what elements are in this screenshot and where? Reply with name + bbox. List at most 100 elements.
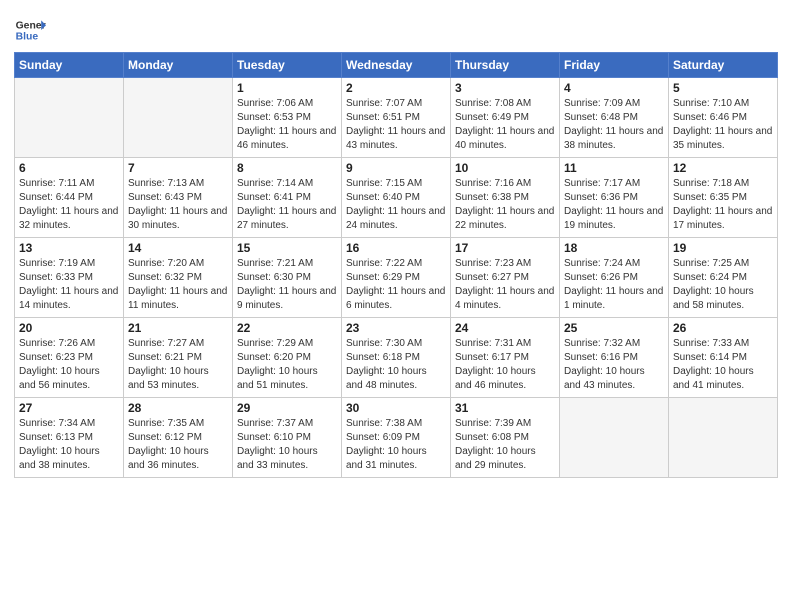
day-info: Sunrise: 7:34 AM Sunset: 6:13 PM Dayligh… (19, 417, 119, 473)
day-cell: 24 Sunrise: 7:31 AM Sunset: 6:17 PM Dayli… (451, 318, 560, 398)
day-info: Sunrise: 7:22 AM Sunset: 6:29 PM Dayligh… (346, 257, 446, 313)
week-row-3: 13Sunrise: 7:19 AM Sunset: 6:33 PM Dayli… (15, 238, 778, 318)
day-cell: 17 Sunrise: 7:23 AM Sunset: 6:27 PM Dayli… (451, 238, 560, 318)
day-info: Sunrise: 7:38 AM Sunset: 6:09 PM Dayligh… (346, 417, 446, 473)
day-cell: 29Sunrise: 7:37 AM Sunset: 6:10 PM Dayli… (233, 398, 342, 478)
day-info: Sunrise: 7:33 AM Sunset: 6:14 PM Dayligh… (673, 337, 773, 393)
day-cell: 11 Sunrise: 7:17 AM Sunset: 6:36 PM Dayli… (560, 158, 669, 238)
col-header-wednesday: Wednesday (342, 53, 451, 78)
page: General Blue SundayMondayTuesdayWednesda… (0, 0, 792, 488)
day-cell: 18Sunrise: 7:24 AM Sunset: 6:26 PM Dayli… (560, 238, 669, 318)
day-number: 27 (19, 401, 119, 415)
day-number: 7 (128, 161, 228, 175)
day-cell: 8 Sunrise: 7:14 AM Sunset: 6:41 PM Daylig… (233, 158, 342, 238)
day-number: 6 (19, 161, 119, 175)
col-header-saturday: Saturday (669, 53, 778, 78)
header-row: SundayMondayTuesdayWednesdayThursdayFrid… (15, 53, 778, 78)
day-number: 22 (237, 321, 337, 335)
day-number: 14 (128, 241, 228, 255)
day-number: 4 (564, 81, 664, 95)
day-cell: 21 Sunrise: 7:27 AM Sunset: 6:21 PM Dayli… (124, 318, 233, 398)
day-number: 30 (346, 401, 446, 415)
day-number: 16 (346, 241, 446, 255)
day-cell: 25 Sunrise: 7:32 AM Sunset: 6:16 PM Dayli… (560, 318, 669, 398)
day-info: Sunrise: 7:35 AM Sunset: 6:12 PM Dayligh… (128, 417, 228, 473)
day-number: 26 (673, 321, 773, 335)
day-info: Sunrise: 7:27 AM Sunset: 6:21 PM Dayligh… (128, 337, 228, 393)
day-cell: 4 Sunrise: 7:09 AM Sunset: 6:48 PM Daylig… (560, 78, 669, 158)
day-cell: 20Sunrise: 7:26 AM Sunset: 6:23 PM Dayli… (15, 318, 124, 398)
day-info: Sunrise: 7:25 AM Sunset: 6:24 PM Dayligh… (673, 257, 773, 313)
day-info: Sunrise: 7:20 AM Sunset: 6:32 PM Dayligh… (128, 257, 228, 313)
day-number: 15 (237, 241, 337, 255)
day-cell (560, 398, 669, 478)
day-info: Sunrise: 7:24 AM Sunset: 6:26 PM Dayligh… (564, 257, 664, 313)
day-info: Sunrise: 7:09 AM Sunset: 6:48 PM Dayligh… (564, 97, 664, 153)
day-cell: 30 Sunrise: 7:38 AM Sunset: 6:09 PM Dayli… (342, 398, 451, 478)
col-header-tuesday: Tuesday (233, 53, 342, 78)
day-number: 8 (237, 161, 337, 175)
day-cell: 7 Sunrise: 7:13 AM Sunset: 6:43 PM Daylig… (124, 158, 233, 238)
day-info: Sunrise: 7:16 AM Sunset: 6:38 PM Dayligh… (455, 177, 555, 233)
day-number: 17 (455, 241, 555, 255)
day-number: 3 (455, 81, 555, 95)
day-number: 24 (455, 321, 555, 335)
day-cell: 9 Sunrise: 7:15 AM Sunset: 6:40 PM Daylig… (342, 158, 451, 238)
day-info: Sunrise: 7:13 AM Sunset: 6:43 PM Dayligh… (128, 177, 228, 233)
day-cell: 22Sunrise: 7:29 AM Sunset: 6:20 PM Dayli… (233, 318, 342, 398)
day-cell (669, 398, 778, 478)
day-cell: 15Sunrise: 7:21 AM Sunset: 6:30 PM Dayli… (233, 238, 342, 318)
day-cell: 1 Sunrise: 7:06 AM Sunset: 6:53 PM Daylig… (233, 78, 342, 158)
day-cell: 14 Sunrise: 7:20 AM Sunset: 6:32 PM Dayli… (124, 238, 233, 318)
day-number: 9 (346, 161, 446, 175)
day-info: Sunrise: 7:23 AM Sunset: 6:27 PM Dayligh… (455, 257, 555, 313)
day-info: Sunrise: 7:17 AM Sunset: 6:36 PM Dayligh… (564, 177, 664, 233)
day-cell: 10 Sunrise: 7:16 AM Sunset: 6:38 PM Dayli… (451, 158, 560, 238)
logo: General Blue (14, 14, 46, 46)
day-cell: 28 Sunrise: 7:35 AM Sunset: 6:12 PM Dayli… (124, 398, 233, 478)
day-info: Sunrise: 7:06 AM Sunset: 6:53 PM Dayligh… (237, 97, 337, 153)
col-header-thursday: Thursday (451, 53, 560, 78)
day-cell (124, 78, 233, 158)
day-number: 31 (455, 401, 555, 415)
day-info: Sunrise: 7:32 AM Sunset: 6:16 PM Dayligh… (564, 337, 664, 393)
day-info: Sunrise: 7:39 AM Sunset: 6:08 PM Dayligh… (455, 417, 555, 473)
day-number: 28 (128, 401, 228, 415)
day-number: 23 (346, 321, 446, 335)
day-cell: 27 Sunrise: 7:34 AM Sunset: 6:13 PM Dayli… (15, 398, 124, 478)
week-row-1: 1 Sunrise: 7:06 AM Sunset: 6:53 PM Daylig… (15, 78, 778, 158)
week-row-4: 20Sunrise: 7:26 AM Sunset: 6:23 PM Dayli… (15, 318, 778, 398)
svg-text:Blue: Blue (16, 32, 39, 43)
day-info: Sunrise: 7:19 AM Sunset: 6:33 PM Dayligh… (19, 257, 119, 313)
day-info: Sunrise: 7:11 AM Sunset: 6:44 PM Dayligh… (19, 177, 119, 233)
day-cell: 16 Sunrise: 7:22 AM Sunset: 6:29 PM Dayli… (342, 238, 451, 318)
col-header-friday: Friday (560, 53, 669, 78)
day-number: 1 (237, 81, 337, 95)
day-info: Sunrise: 7:26 AM Sunset: 6:23 PM Dayligh… (19, 337, 119, 393)
day-info: Sunrise: 7:14 AM Sunset: 6:41 PM Dayligh… (237, 177, 337, 233)
day-info: Sunrise: 7:31 AM Sunset: 6:17 PM Dayligh… (455, 337, 555, 393)
week-row-2: 6 Sunrise: 7:11 AM Sunset: 6:44 PM Daylig… (15, 158, 778, 238)
day-number: 29 (237, 401, 337, 415)
col-header-monday: Monday (124, 53, 233, 78)
day-info: Sunrise: 7:30 AM Sunset: 6:18 PM Dayligh… (346, 337, 446, 393)
day-number: 21 (128, 321, 228, 335)
header: General Blue (14, 10, 778, 46)
day-number: 2 (346, 81, 446, 95)
week-row-5: 27 Sunrise: 7:34 AM Sunset: 6:13 PM Dayli… (15, 398, 778, 478)
day-info: Sunrise: 7:15 AM Sunset: 6:40 PM Dayligh… (346, 177, 446, 233)
day-cell: 31 Sunrise: 7:39 AM Sunset: 6:08 PM Dayli… (451, 398, 560, 478)
day-info: Sunrise: 7:18 AM Sunset: 6:35 PM Dayligh… (673, 177, 773, 233)
col-header-sunday: Sunday (15, 53, 124, 78)
day-info: Sunrise: 7:08 AM Sunset: 6:49 PM Dayligh… (455, 97, 555, 153)
day-number: 12 (673, 161, 773, 175)
day-cell: 19 Sunrise: 7:25 AM Sunset: 6:24 PM Dayli… (669, 238, 778, 318)
day-cell: 12 Sunrise: 7:18 AM Sunset: 6:35 PM Dayli… (669, 158, 778, 238)
day-number: 11 (564, 161, 664, 175)
day-number: 10 (455, 161, 555, 175)
calendar-table: SundayMondayTuesdayWednesdayThursdayFrid… (14, 52, 778, 478)
day-number: 25 (564, 321, 664, 335)
day-cell: 5Sunrise: 7:10 AM Sunset: 6:46 PM Daylig… (669, 78, 778, 158)
day-number: 19 (673, 241, 773, 255)
day-number: 5 (673, 81, 773, 95)
